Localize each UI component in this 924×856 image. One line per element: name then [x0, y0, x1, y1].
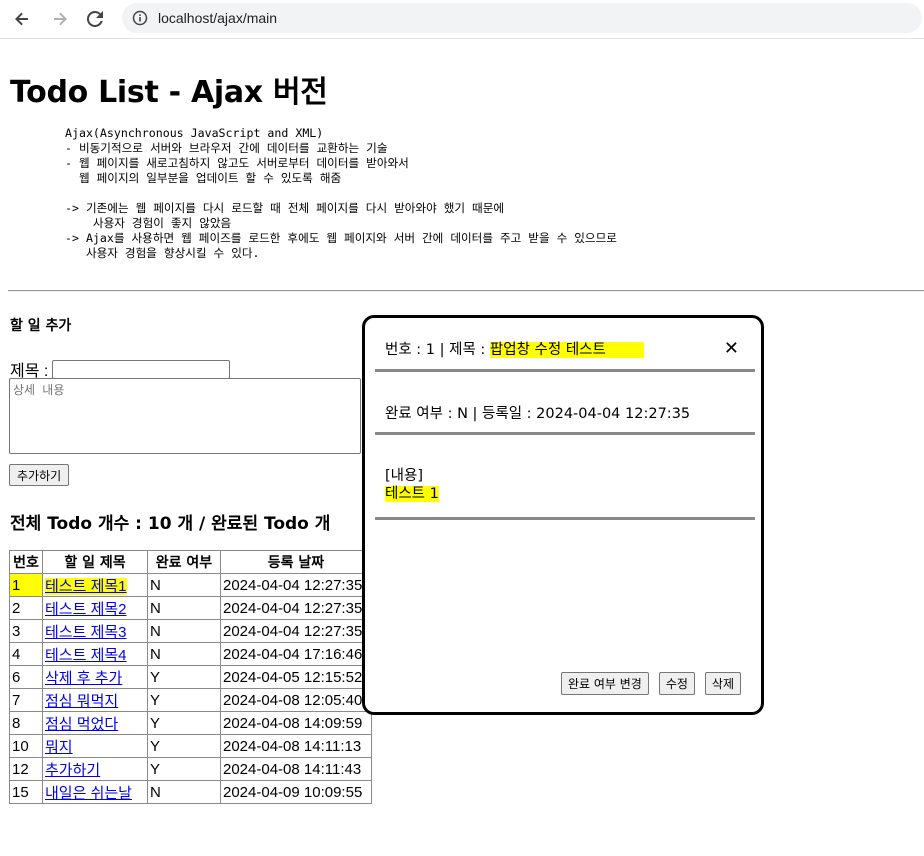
table-row: 2 테스트 제목2 N 2024-04-04 12:27:35 — [9, 596, 372, 620]
popup-header: 번호 : 1 | 제목 : 팝업창 수정 테스트 — [385, 338, 644, 359]
cell-done: Y — [147, 711, 221, 735]
cell-no: 3 — [9, 619, 43, 643]
content-textarea[interactable] — [9, 378, 361, 454]
table-row: 4 테스트 제목4 N 2024-04-04 17:16:46 — [9, 642, 372, 666]
header-date: 등록 날짜 — [220, 550, 372, 574]
popup-divider — [375, 517, 755, 520]
add-button[interactable]: 추가하기 — [9, 464, 70, 486]
todo-title-link[interactable]: 삭제 후 추가 — [45, 670, 122, 687]
table-row: 3 테스트 제목3 N 2024-04-04 12:27:35 — [9, 619, 372, 643]
popup-title: 팝업창 수정 테스트 — [489, 342, 644, 358]
cell-no: 7 — [9, 688, 43, 712]
cell-date: 2024-04-05 12:15:52 — [220, 665, 372, 689]
header-title: 할 일 제목 — [42, 550, 148, 574]
cell-date: 2024-04-09 10:09:55 — [220, 780, 372, 804]
back-icon[interactable] — [10, 7, 34, 31]
table-row: 1 테스트 제목1 N 2024-04-04 12:27:35 — [9, 573, 372, 597]
todo-title-link[interactable]: 테스트 제목1 — [45, 577, 127, 595]
todo-detail-popup: 번호 : 1 | 제목 : 팝업창 수정 테스트 ✕ 완료 여부 : N | 등… — [362, 315, 764, 715]
cell-date: 2024-04-08 14:09:59 — [220, 711, 372, 735]
todo-title-link[interactable]: 추가하기 — [45, 762, 100, 779]
popup-status-line: 완료 여부 : N | 등록일 : 2024-04-04 12:27:35 — [385, 406, 691, 422]
todo-title-link[interactable]: 내일은 쉬는날 — [45, 785, 132, 802]
popup-buttons: 완료 여부 변경 수정 삭제 — [560, 672, 741, 695]
cell-done: N — [147, 642, 221, 666]
cell-no: 8 — [9, 711, 43, 735]
cell-done: N — [147, 573, 221, 597]
page-title: Todo List - Ajax 버전 — [10, 75, 328, 110]
table-row: 7 점심 뭐먹지 Y 2024-04-08 12:05:40 — [9, 688, 372, 712]
cell-done: Y — [147, 688, 221, 712]
cell-no: 10 — [9, 734, 43, 758]
table-row: 12 추가하기 Y 2024-04-08 14:11:43 — [9, 757, 372, 781]
address-bar[interactable]: localhost/ajax/main — [122, 3, 922, 33]
cell-date: 2024-04-08 14:11:43 — [220, 757, 372, 781]
cell-done: Y — [147, 757, 221, 781]
popup-content: [내용] 테스트 1 — [385, 467, 439, 503]
popup-content-text: 테스트 1 — [385, 486, 439, 502]
todo-title-link[interactable]: 테스트 제목4 — [45, 647, 127, 664]
todo-title-link[interactable]: 테스트 제목3 — [45, 624, 127, 641]
todo-title-link[interactable]: 점심 뭐먹지 — [45, 693, 118, 710]
todo-title-link[interactable]: 뭐지 — [45, 739, 73, 756]
cell-date: 2024-04-04 12:27:35 — [220, 596, 372, 620]
title-input[interactable] — [52, 359, 231, 379]
ajax-description: Ajax(Asynchronous JavaScript and XML) - … — [65, 126, 617, 260]
browser-toolbar: localhost/ajax/main — [0, 0, 924, 39]
header-no: 번호 — [9, 550, 43, 574]
delete-button[interactable]: 삭제 — [704, 672, 741, 695]
popup-content-label: [내용] — [385, 468, 423, 484]
table-row: 6 삭제 후 추가 Y 2024-04-05 12:15:52 — [9, 665, 372, 689]
popup-divider — [375, 369, 755, 372]
cell-no: 15 — [9, 780, 43, 804]
cell-date: 2024-04-04 17:16:46 — [220, 642, 372, 666]
cell-done: N — [147, 596, 221, 620]
table-header-row: 번호 할 일 제목 완료 여부 등록 날짜 — [9, 550, 372, 574]
toggle-complete-button[interactable]: 완료 여부 변경 — [560, 672, 649, 695]
cell-no: 12 — [9, 757, 43, 781]
cell-no: 1 — [9, 573, 43, 597]
cell-date: 2024-04-08 14:11:13 — [220, 734, 372, 758]
popup-divider — [375, 432, 755, 435]
cell-done: Y — [147, 734, 221, 758]
cell-date: 2024-04-08 12:05:40 — [220, 688, 372, 712]
cell-no: 6 — [9, 665, 43, 689]
close-icon[interactable]: ✕ — [724, 340, 739, 358]
add-todo-heading: 할 일 추가 — [10, 318, 72, 334]
page-content: Todo List - Ajax 버전 Ajax(Asynchronous Ja… — [0, 39, 924, 856]
site-info-icon[interactable] — [132, 10, 148, 30]
url-text: localhost/ajax/main — [158, 10, 278, 26]
cell-no: 2 — [9, 596, 43, 620]
cell-date: 2024-04-04 12:27:35 — [220, 619, 372, 643]
forward-icon[interactable] — [48, 7, 72, 31]
cell-date: 2024-04-04 12:27:35 — [220, 573, 372, 597]
todo-title-link[interactable]: 점심 먹었다 — [45, 716, 118, 733]
table-row: 8 점심 먹었다 Y 2024-04-08 14:09:59 — [9, 711, 372, 735]
cell-no: 4 — [9, 642, 43, 666]
todo-table: 번호 할 일 제목 완료 여부 등록 날짜 1 테스트 제목1 N 2024-0… — [9, 550, 372, 804]
table-row: 10 뭐지 Y 2024-04-08 14:11:13 — [9, 734, 372, 758]
cell-done: N — [147, 619, 221, 643]
popup-no-label: 번호 : 1 | 제목 : — [385, 342, 490, 358]
cell-done: Y — [147, 665, 221, 689]
header-done: 완료 여부 — [147, 550, 221, 574]
todo-title-link[interactable]: 테스트 제목2 — [45, 601, 127, 618]
divider — [8, 290, 924, 292]
table-row: 15 내일은 쉬는날 N 2024-04-09 10:09:55 — [9, 780, 372, 804]
reload-icon[interactable] — [83, 7, 107, 31]
cell-done: N — [147, 780, 221, 804]
todo-count-summary: 전체 Todo 개수 : 10 개 / 완료된 Todo 개 — [10, 514, 331, 534]
edit-button[interactable]: 수정 — [658, 672, 695, 695]
